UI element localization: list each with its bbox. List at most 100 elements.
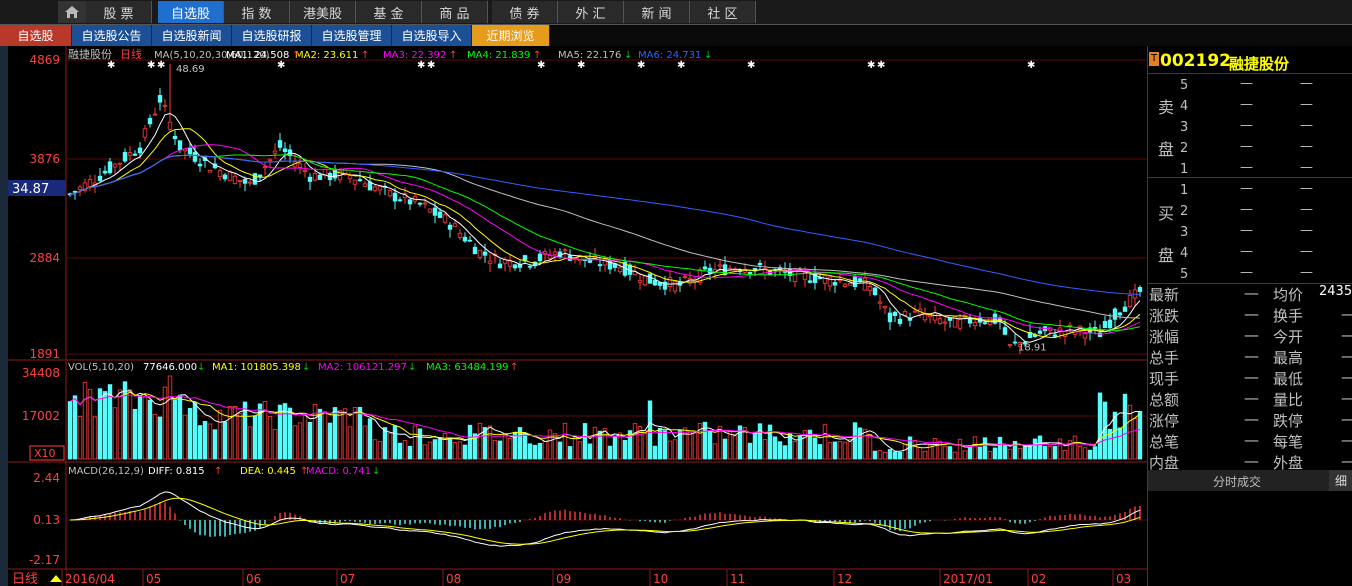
stat-label: 最新 [1149, 286, 1180, 304]
sub-tab[interactable]: 自选股公告 [72, 25, 152, 46]
volume-bar [967, 446, 973, 460]
candle-body [527, 265, 533, 268]
nav-tab[interactable]: 港美股 [290, 1, 356, 23]
nav-tab[interactable]: 自选股 [158, 1, 224, 23]
sub-tab[interactable]: 近期浏览 [472, 25, 550, 46]
volume-bar [67, 401, 73, 460]
candle-body [967, 318, 973, 324]
macd-axis-label: 0.13 [33, 513, 60, 527]
volume-value: — [1300, 223, 1313, 238]
volume-value: — [1300, 139, 1313, 154]
event-star-icon: ✱ [637, 60, 645, 71]
nav-tab[interactable]: 外 汇 [558, 1, 624, 23]
left-side-tabs[interactable] [0, 46, 8, 586]
candle-body [222, 174, 228, 180]
volume-bar [542, 441, 548, 460]
nav-tab[interactable]: 社 区 [690, 1, 756, 23]
candle-body [982, 322, 988, 325]
home-button[interactable] [58, 1, 86, 23]
sell-row[interactable]: 2 — — [1180, 139, 1350, 159]
level-number: 3 [1180, 120, 1189, 135]
sell-row[interactable]: 5 — — [1180, 76, 1350, 96]
volume-bar [777, 441, 783, 460]
buy-row[interactable]: 2 — — [1180, 202, 1350, 222]
volume-bar [177, 394, 183, 460]
volume-bar [157, 416, 163, 460]
candle-body [512, 264, 518, 269]
volume-bar [572, 436, 578, 460]
candle-body [387, 190, 393, 197]
volume-bar [237, 413, 243, 460]
nav-tab[interactable]: 基 金 [356, 1, 422, 23]
volume-bar [287, 407, 293, 460]
volume-bar [817, 444, 823, 460]
sub-tab[interactable]: 自选股 [0, 25, 72, 46]
ma-line [69, 154, 1141, 331]
candle-body [477, 249, 483, 258]
volume-value: — [1300, 265, 1313, 280]
stat-label: 总笔 [1149, 433, 1180, 451]
price-value: — [1240, 160, 1253, 175]
volume-bar [207, 423, 213, 460]
nav-tab[interactable]: 商 品 [422, 1, 488, 23]
volume-bar [792, 440, 798, 460]
tick-trades-tab[interactable]: 分时成交 [1148, 473, 1326, 490]
candle-body [127, 152, 133, 156]
volume-bar [812, 437, 818, 460]
candle-body [887, 312, 893, 323]
candle-body [932, 312, 938, 321]
volume-bar [317, 408, 323, 460]
volume-bar [872, 450, 878, 460]
volume-bar [1087, 449, 1093, 460]
volume-bar [862, 428, 868, 460]
candle-body [237, 180, 243, 182]
buy-row[interactable]: 1 — — [1180, 181, 1350, 201]
sell-row[interactable]: 3 — — [1180, 118, 1350, 138]
volume-bar [277, 404, 283, 460]
buy-row[interactable]: 4 — — [1180, 244, 1350, 264]
candle-body [352, 179, 358, 185]
volume-value: — [1300, 97, 1313, 112]
price-axis-label: 2884 [29, 251, 60, 265]
stat-value: — [1244, 305, 1259, 323]
volume-bar [772, 436, 778, 460]
candle-body [702, 266, 708, 270]
sub-tab[interactable]: 自选股新闻 [152, 25, 232, 46]
volume-bar [102, 391, 108, 460]
candle-body [312, 172, 318, 181]
nav-tab[interactable]: 债 券 [492, 1, 558, 23]
candle-body [167, 121, 173, 130]
nav-tab[interactable]: 股 票 [86, 1, 152, 23]
sub-tab[interactable]: 自选股管理 [312, 25, 392, 46]
candle-body [72, 190, 78, 193]
volume-bar [132, 408, 138, 460]
buy-row[interactable]: 5 — — [1180, 265, 1350, 285]
chart-period: 日线 [120, 47, 142, 61]
volume-bar [877, 450, 883, 460]
vol-trend-arrow: ↓ [408, 362, 416, 373]
ma-legend: MA4: 21.839 [467, 50, 530, 61]
candle-body [872, 287, 878, 296]
macd-axis-label: -2.17 [29, 553, 60, 567]
buy-row[interactable]: 3 — — [1180, 223, 1350, 243]
stat-row: 涨停 — 跌停 — [1149, 410, 1352, 431]
volume-bar [652, 445, 658, 460]
candle-body [197, 163, 203, 167]
level-number: 5 [1180, 78, 1189, 93]
price-axis-label: 3876 [29, 152, 60, 166]
candle-body [77, 186, 83, 190]
nav-tab[interactable]: 新 闻 [624, 1, 690, 23]
volume-bar [782, 445, 788, 460]
nav-tab[interactable]: 指 数 [224, 1, 290, 23]
stat-value: 2435 [1319, 284, 1352, 299]
detail-button[interactable]: 细 [1329, 470, 1352, 491]
sub-tab[interactable]: 自选股导入 [392, 25, 472, 46]
stat-value: — [1244, 368, 1259, 386]
sell-row[interactable]: 4 — — [1180, 97, 1350, 117]
volume-bar [397, 442, 403, 460]
candle-body [247, 181, 253, 184]
period-button[interactable]: 日线 [12, 572, 38, 586]
event-star-icon: ✱ [147, 60, 155, 71]
volume-bar [902, 443, 908, 460]
sub-tab[interactable]: 自选股研报 [232, 25, 312, 46]
